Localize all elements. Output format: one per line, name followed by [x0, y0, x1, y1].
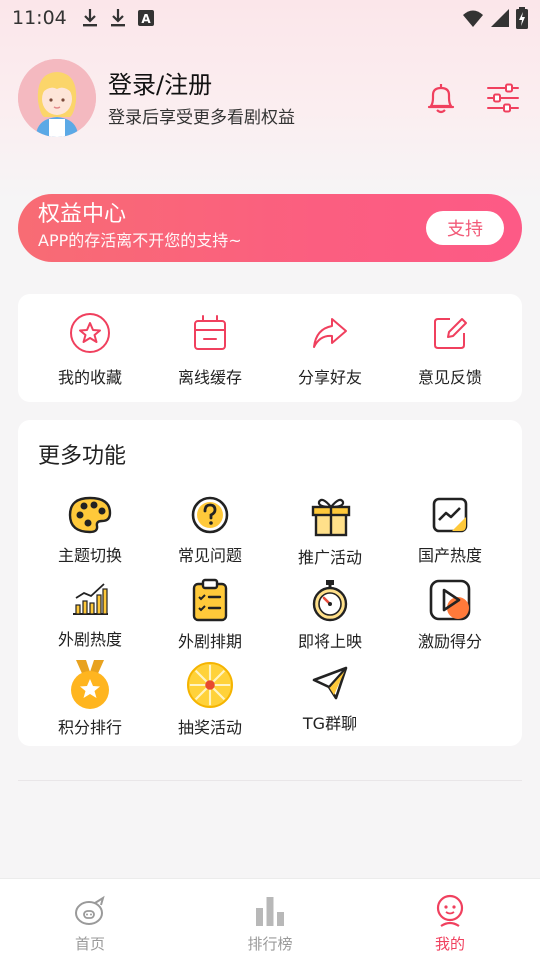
support-button[interactable]: 支持	[426, 211, 504, 245]
stopwatch-icon	[312, 580, 348, 622]
feature-label: 即将上映	[297, 632, 362, 651]
telegram-icon	[312, 666, 348, 700]
profile-header: 登录/注册 登录后享受更多看剧权益	[18, 58, 522, 138]
feature-domestic-trend[interactable]: 国产热度	[390, 494, 510, 566]
bottom-nav: 首页 排行榜 我的	[0, 878, 540, 960]
divider	[18, 780, 522, 781]
feature-label: 抽奖活动	[177, 718, 242, 737]
gift-icon	[311, 498, 351, 537]
feature-tg-group[interactable]: TG群聊	[270, 662, 390, 734]
avatar-girl-icon	[18, 59, 96, 137]
nav-mine[interactable]: 我的	[360, 879, 540, 960]
feature-promotion[interactable]: 推广活动	[270, 494, 390, 567]
notification-button[interactable]	[424, 81, 458, 115]
nav-label: 首页	[74, 935, 105, 953]
settings-button[interactable]	[486, 81, 520, 115]
feature-label: 推广活动	[297, 548, 362, 567]
feature-label: 外剧排期	[177, 632, 242, 651]
quick-action-label: 离线缓存	[177, 368, 242, 387]
favorites-button[interactable]: 我的收藏	[30, 312, 150, 402]
palette-icon	[68, 496, 112, 534]
feature-points-ranking[interactable]: 积分排行	[30, 660, 150, 737]
trend-icon	[432, 497, 468, 533]
feature-label: 积分排行	[57, 718, 122, 737]
text-a-icon: A	[137, 10, 154, 26]
share-icon	[313, 318, 347, 348]
quick-action-label: 我的收藏	[57, 368, 122, 387]
status-bar: 11:04 A	[0, 0, 540, 36]
feature-label: TG群聊	[302, 714, 358, 733]
quick-actions-card: 我的收藏 离线缓存 分享好友 意见反馈	[18, 294, 522, 402]
wifi-icon	[463, 10, 483, 27]
mine-icon	[436, 894, 464, 927]
feature-coming-soon[interactable]: 即将上映	[270, 578, 390, 651]
nav-label: 排行榜	[247, 935, 293, 953]
status-time: 11:04	[12, 7, 67, 29]
battery-charging-icon	[516, 7, 528, 29]
feature-label: 常见问题	[177, 546, 242, 565]
ranking-icon	[256, 897, 284, 926]
download-icon	[82, 9, 97, 27]
avatar[interactable]	[18, 59, 96, 137]
more-features-card: 更多功能 主题切换 常见问题 推广活动 国产热度 外剧热度 外剧排期 即将上映 …	[18, 420, 522, 746]
question-icon	[191, 496, 229, 534]
feature-lottery[interactable]: 抽奖活动	[150, 662, 270, 737]
nav-home[interactable]: 首页	[0, 879, 180, 960]
bar-chart-icon	[73, 583, 108, 615]
bell-icon	[427, 84, 455, 114]
medal-icon	[71, 660, 109, 709]
share-friends-button[interactable]: 分享好友	[270, 312, 390, 402]
play-icon	[429, 579, 471, 621]
login-benefit-text: 登录后享受更多看剧权益	[108, 107, 295, 128]
lottery-wheel-icon	[187, 662, 233, 708]
feature-label: 外剧热度	[57, 630, 122, 649]
nav-ranking[interactable]: 排行榜	[180, 879, 360, 960]
feature-incentive-score[interactable]: 激励得分	[390, 578, 510, 651]
more-features-title: 更多功能	[38, 444, 127, 469]
feedback-button[interactable]: 意见反馈	[390, 312, 510, 402]
status-system-icons	[462, 7, 528, 29]
quick-action-label: 分享好友	[297, 368, 362, 387]
sliders-icon	[487, 83, 519, 113]
cache-icon	[194, 315, 226, 350]
clipboard-icon	[192, 578, 228, 622]
offline-cache-button[interactable]: 离线缓存	[150, 312, 270, 402]
feature-label: 激励得分	[417, 632, 482, 651]
feature-faq[interactable]: 常见问题	[150, 494, 270, 566]
features-grid: 主题切换 常见问题 推广活动 国产热度 外剧热度 外剧排期 即将上映 激励得分 …	[30, 494, 510, 737]
quick-action-label: 意见反馈	[417, 368, 482, 387]
home-icon	[75, 895, 105, 925]
rights-center-banner[interactable]: 权益中心 APP的存活离不开您的支持~ 支持	[18, 194, 522, 262]
feature-theme-switch[interactable]: 主题切换	[30, 494, 150, 566]
signal-icon	[491, 9, 509, 27]
download-icon	[110, 9, 125, 27]
feature-label: 主题切换	[57, 546, 122, 565]
edit-icon	[434, 318, 467, 349]
star-icon	[70, 313, 110, 353]
svg-text:A: A	[141, 12, 151, 26]
feature-label: 国产热度	[417, 546, 482, 565]
login-register-link[interactable]: 登录/注册	[108, 69, 295, 101]
nav-label: 我的	[434, 935, 465, 953]
feature-foreign-schedule[interactable]: 外剧排期	[150, 578, 270, 651]
status-notifications: A	[81, 8, 155, 28]
feature-foreign-trend[interactable]: 外剧热度	[30, 578, 150, 650]
